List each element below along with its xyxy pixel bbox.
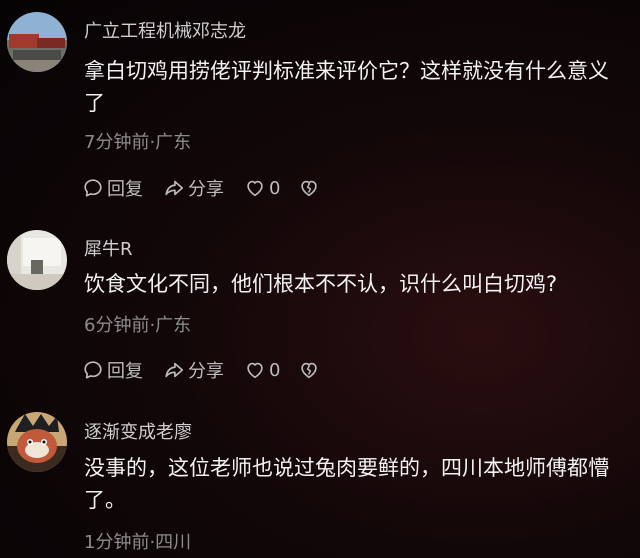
share-label: 分享 [188,361,224,382]
comment-username[interactable]: 犀牛R [84,235,133,261]
dislike-button[interactable] [298,359,320,381]
comment-actions: 回复 分享 0 [82,357,320,383]
avatar-image [7,230,67,290]
share-button[interactable]: 分享 [163,357,224,383]
comment-page: { "comments": [ { "username": "广立工程机械邓志龙… [0,0,640,558]
user-avatar[interactable] [7,412,67,472]
like-button[interactable]: 0 [244,177,280,199]
reply-button[interactable]: 回复 [82,175,143,201]
dislike-button[interactable] [298,177,320,199]
comment-meta: 1分钟前·四川 [84,532,192,553]
comment-bubble-icon [84,361,102,379]
comment-actions: 回复 分享 0 [82,175,320,201]
share-button[interactable]: 分享 [163,175,224,201]
avatar-image [7,12,67,72]
reply-button[interactable]: 回复 [82,357,143,383]
comment-meta: 7分钟前·广东 [84,132,192,153]
comment-username[interactable]: 广立工程机械邓志龙 [84,17,246,43]
reply-label: 回复 [107,361,143,382]
broken-heart-icon [301,180,318,197]
heart-outline-icon [247,362,263,379]
user-avatar[interactable] [7,12,67,72]
heart-outline-icon [247,180,263,197]
user-avatar[interactable] [7,230,67,290]
like-button[interactable]: 0 [244,359,280,381]
comment-meta: 6分钟前·广东 [84,315,192,336]
comment-text: 没事的，这位老师也说过兔肉要鲜的，四川本地师傅都懵了。 [84,456,609,512]
comment-bubble-icon [84,179,102,197]
like-count: 0 [269,359,281,381]
comment-text: 饮食文化不同，他们根本不不认，识什么叫白切鸡? [84,272,558,296]
share-arrow-icon [165,180,184,196]
share-label: 分享 [188,179,224,200]
like-count: 0 [269,177,281,199]
reply-label: 回复 [107,179,143,200]
broken-heart-icon [301,362,318,379]
comment-username[interactable]: 逐渐变成老廖 [84,418,192,444]
avatar-image [7,412,67,472]
comment-text: 拿白切鸡用捞佬评判标准来评价它？这样就没有什么意义了 [84,59,609,115]
share-arrow-icon [165,362,184,378]
